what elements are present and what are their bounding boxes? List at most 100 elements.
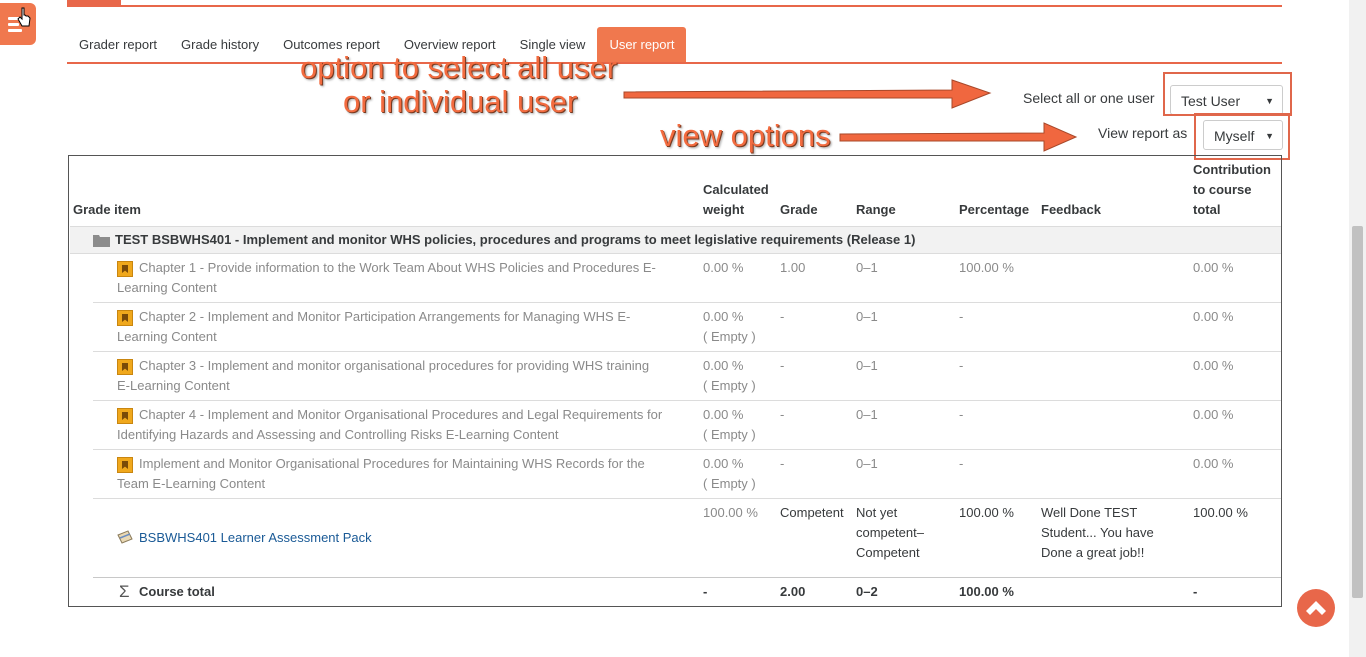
row-range: 0–1 — [856, 358, 878, 373]
select-user-label: Select all or one user — [1023, 90, 1155, 106]
assessment-contribution: 100.00 % — [1193, 505, 1248, 520]
row-weight-empty: ( Empty ) — [703, 427, 756, 442]
header-feedback: Feedback — [1041, 202, 1101, 217]
assignment-icon — [117, 530, 133, 544]
assessment-link[interactable]: BSBWHS401 Learner Assessment Pack — [139, 528, 372, 548]
back-to-top-button[interactable] — [1297, 589, 1335, 627]
grade-item-link-cont[interactable]: Learning Content — [117, 278, 217, 298]
assessment-feedback-2: Student... You have — [1041, 525, 1154, 540]
tabs-divider — [67, 62, 1282, 64]
header-calc-weight-2: weight — [703, 202, 745, 217]
grade-item-link-cont[interactable]: Team E-Learning Content — [117, 474, 265, 494]
row-weight: 0.00 % — [703, 407, 744, 422]
row-divider — [93, 351, 1281, 352]
row-divider — [93, 449, 1281, 450]
assessment-weight: 100.00 % — [703, 505, 758, 520]
row-percentage: - — [959, 358, 964, 373]
row-range: 0–1 — [856, 309, 878, 324]
assessment-range-2: competent– — [856, 525, 924, 540]
grade-item-link-cont[interactable]: E-Learning Content — [117, 376, 230, 396]
grade-item-link-cont[interactable]: Learning Content — [117, 327, 217, 347]
row-contribution: 0.00 % — [1193, 407, 1234, 422]
view-report-label: View report as — [1098, 125, 1188, 141]
row-weight-empty: ( Empty ) — [703, 329, 756, 344]
sigma-icon: Σ — [119, 582, 130, 601]
header-contribution-1: Contribution — [1193, 162, 1271, 177]
quiz-icon — [117, 457, 133, 473]
course-total-label: Course total — [139, 584, 215, 599]
row-contribution: 0.00 % — [1193, 358, 1234, 373]
row-weight: 0.00 % — [703, 309, 744, 324]
row-percentage: - — [959, 309, 964, 324]
header-range: Range — [856, 202, 896, 217]
hand-cursor-icon — [17, 7, 31, 27]
grade-item-link[interactable]: Chapter 1 - Provide information to the W… — [139, 258, 656, 278]
row-weight: 0.00 % — [703, 358, 744, 373]
assessment-range-3: Competent — [856, 545, 920, 560]
row-divider — [93, 577, 1281, 578]
annotation-select-user-1: option to select all user — [300, 50, 618, 85]
row-percentage: - — [959, 456, 964, 471]
row-weight: 0.00 % — [703, 260, 744, 275]
grade-item-link[interactable]: Implement and Monitor Organisational Pro… — [139, 454, 645, 474]
highlight-box-user — [1163, 72, 1292, 116]
category-row: TEST BSBWHS401 - Implement and monitor W… — [70, 226, 1281, 254]
tab-grade-history[interactable]: Grade history — [169, 27, 271, 63]
grade-item-link[interactable]: Chapter 3 - Implement and monitor organi… — [139, 356, 649, 376]
assessment-feedback-1: Well Done TEST — [1041, 505, 1138, 520]
grade-item-link-cont[interactable]: Identifying Hazards and Assessing and Co… — [117, 425, 559, 445]
row-grade: - — [780, 456, 785, 471]
assessment-grade: Competent — [780, 505, 844, 520]
quiz-icon — [117, 359, 133, 375]
annotation-arrow-view — [839, 122, 1078, 152]
category-title: TEST BSBWHS401 - Implement and monitor W… — [115, 232, 916, 247]
page-scrollbar[interactable] — [1349, 0, 1366, 657]
header-contribution-3: total — [1193, 202, 1221, 217]
row-weight-empty: ( Empty ) — [703, 476, 756, 491]
top-divider — [67, 5, 1282, 7]
folder-icon — [93, 235, 110, 247]
menu-toggle-button[interactable] — [0, 3, 36, 45]
header-grade: Grade — [780, 202, 818, 217]
row-contribution: 0.00 % — [1193, 260, 1234, 275]
quiz-icon — [117, 310, 133, 326]
header-percentage: Percentage — [959, 202, 1030, 217]
total-range: 0–2 — [856, 584, 878, 599]
quiz-icon — [117, 408, 133, 424]
row-range: 0–1 — [856, 456, 878, 471]
row-percentage: 100.00 % — [959, 260, 1014, 275]
grade-item-link[interactable]: Chapter 2 - Implement and Monitor Partic… — [139, 307, 630, 327]
scrollbar-thumb[interactable] — [1352, 226, 1363, 598]
row-divider — [93, 302, 1281, 303]
grade-item-link[interactable]: Chapter 4 - Implement and Monitor Organi… — [139, 405, 662, 425]
chevron-up-icon — [1306, 601, 1326, 615]
assessment-percentage: 100.00 % — [959, 505, 1014, 520]
assessment-range-1: Not yet — [856, 505, 898, 520]
user-report-table: Grade item Calculated weight Grade Range… — [68, 155, 1282, 607]
header-grade-item: Grade item — [73, 202, 141, 217]
row-percentage: - — [959, 407, 964, 422]
highlight-box-view — [1194, 113, 1290, 160]
header-contribution-2: to course — [1193, 182, 1252, 197]
row-contribution: 0.00 % — [1193, 309, 1234, 324]
assessment-feedback-3: Done a great job!! — [1041, 545, 1145, 560]
row-grade: 1.00 — [780, 260, 806, 275]
tab-grader-report[interactable]: Grader report — [67, 27, 169, 63]
row-grade: - — [780, 358, 785, 373]
row-divider — [93, 498, 1281, 499]
total-weight: - — [703, 584, 708, 599]
row-grade: - — [780, 309, 785, 324]
row-grade: - — [780, 407, 785, 422]
total-grade: 2.00 — [780, 584, 806, 599]
row-contribution: 0.00 % — [1193, 456, 1234, 471]
row-range: 0–1 — [856, 407, 878, 422]
header-calc-weight-1: Calculated — [703, 182, 769, 197]
total-percentage: 100.00 % — [959, 584, 1014, 599]
row-weight: 0.00 % — [703, 456, 744, 471]
row-divider — [93, 400, 1281, 401]
quiz-icon — [117, 261, 133, 277]
row-range: 0–1 — [856, 260, 878, 275]
annotation-select-user-2: or individual user — [343, 84, 578, 119]
annotation-arrow-user — [623, 79, 992, 109]
annotation-view-options: view options — [660, 118, 831, 153]
